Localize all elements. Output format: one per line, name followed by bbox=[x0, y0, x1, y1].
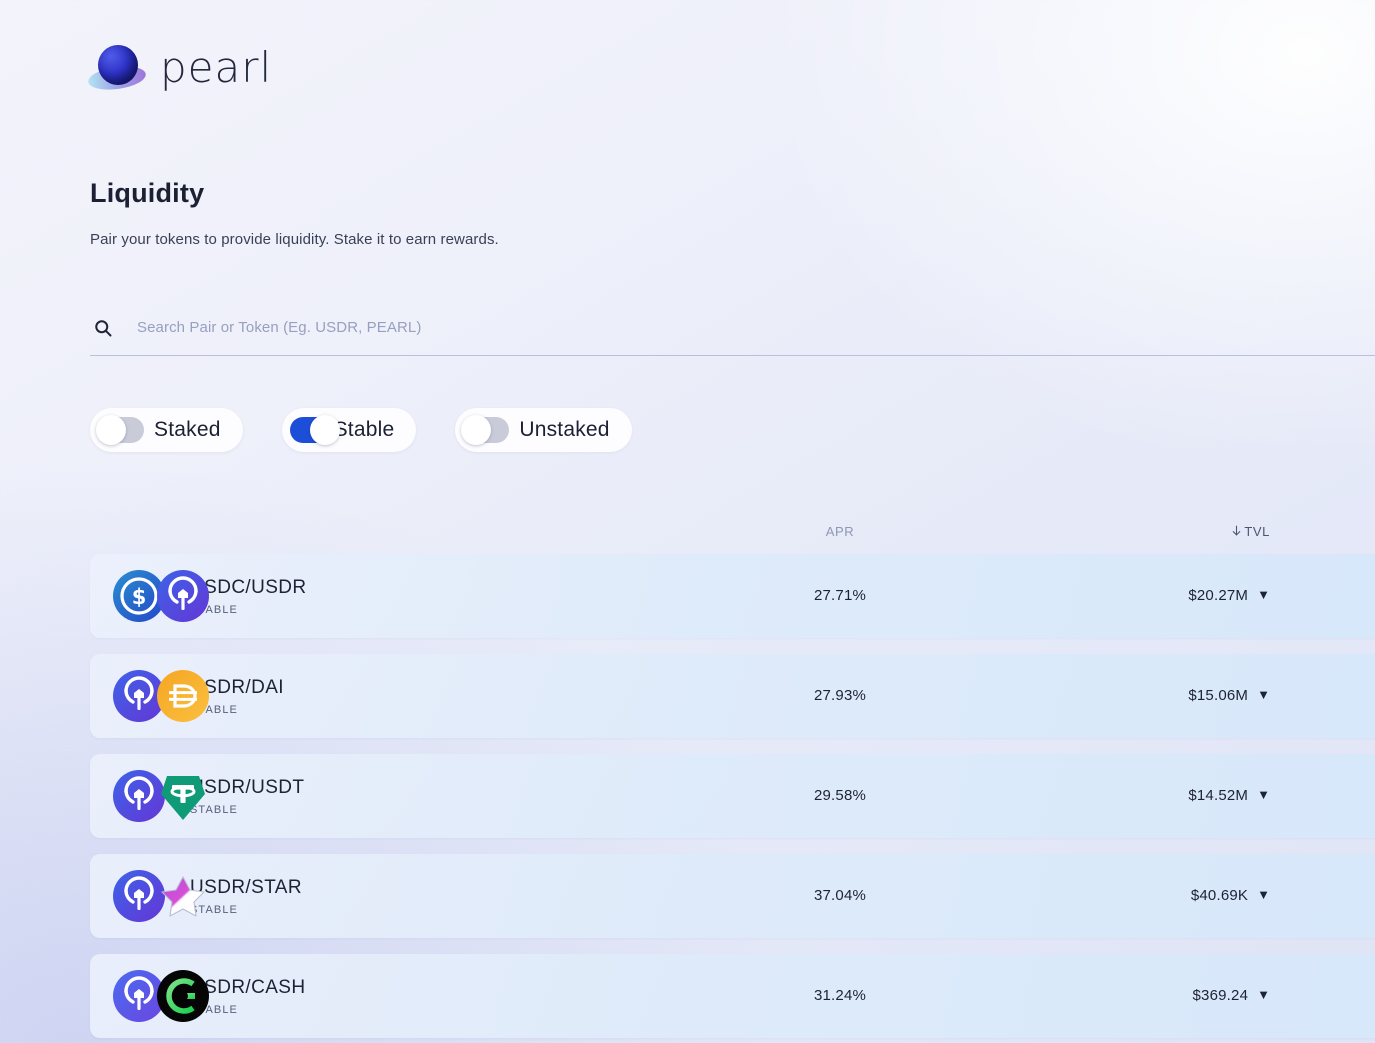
filter-toggle-unstaked[interactable]: Unstaked bbox=[455, 408, 631, 452]
tvl-value: $20.27M bbox=[1188, 587, 1248, 604]
caret-down-icon[interactable]: ▼ bbox=[1257, 887, 1270, 902]
staked-switch[interactable] bbox=[98, 417, 144, 443]
tvl-value: $15.06M bbox=[1188, 687, 1248, 704]
caret-down-icon[interactable]: ▼ bbox=[1257, 787, 1270, 802]
table-row[interactable]: USDR/DAI STABLE 27.93% $15.06M▼ bbox=[90, 654, 1375, 738]
brand-logo[interactable]: pearl bbox=[90, 40, 272, 96]
svg-text:$: $ bbox=[132, 585, 147, 609]
filter-toggle-stable[interactable]: Stable bbox=[282, 408, 417, 452]
search-icon bbox=[93, 318, 113, 338]
table-header-row: APR TVL bbox=[90, 510, 1375, 554]
filter-toggle-group: Staked Stable Unstaked bbox=[90, 408, 632, 452]
filter-label-unstaked: Unstaked bbox=[519, 418, 609, 442]
filter-label-staked: Staked bbox=[154, 418, 221, 442]
unstaked-switch[interactable] bbox=[463, 417, 509, 443]
table-row[interactable]: USDR/USDT STABLE 29.58% $14.52M▼ bbox=[90, 754, 1375, 838]
column-header-tvl-label: TVL bbox=[1244, 524, 1270, 539]
pair-icons bbox=[90, 668, 190, 724]
apr-value: 31.24% bbox=[814, 987, 866, 1004]
apr-value: 29.58% bbox=[814, 787, 866, 804]
column-header-tvl[interactable]: TVL bbox=[1230, 524, 1270, 539]
pair-icons bbox=[90, 868, 190, 924]
star-coin-icon bbox=[157, 870, 209, 922]
search-bar[interactable] bbox=[90, 300, 1375, 356]
table-row[interactable]: $ bbox=[90, 554, 1375, 638]
usdt-coin-icon bbox=[157, 770, 209, 822]
apr-value: 27.93% bbox=[814, 687, 866, 704]
page-title: Liquidity bbox=[90, 178, 204, 209]
pair-icons bbox=[90, 968, 190, 1024]
caret-down-icon[interactable]: ▼ bbox=[1257, 687, 1270, 702]
pair-icons: $ bbox=[90, 568, 190, 624]
brand-name: pearl bbox=[160, 47, 272, 89]
tvl-value: $369.24 bbox=[1193, 987, 1249, 1004]
table-row[interactable]: USDR/CASH STABLE 31.24% $369.24▼ bbox=[90, 954, 1375, 1038]
arrow-down-icon bbox=[1230, 524, 1243, 537]
pair-icons bbox=[90, 768, 190, 824]
stable-switch[interactable] bbox=[290, 417, 336, 443]
search-input[interactable] bbox=[137, 319, 837, 336]
filter-label-stable: Stable bbox=[334, 418, 395, 442]
table-row[interactable]: USDR/STAR STABLE 37.04% $40.69K▼ bbox=[90, 854, 1375, 938]
cash-coin-icon bbox=[157, 970, 209, 1022]
column-header-apr[interactable]: APR bbox=[826, 524, 855, 539]
dai-coin-icon bbox=[157, 670, 209, 722]
caret-down-icon[interactable]: ▼ bbox=[1257, 587, 1270, 602]
apr-value: 37.04% bbox=[814, 887, 866, 904]
apr-value: 27.71% bbox=[814, 587, 866, 604]
page-subtitle: Pair your tokens to provide liquidity. S… bbox=[90, 231, 499, 248]
tvl-value: $40.69K bbox=[1191, 887, 1248, 904]
tvl-value: $14.52M bbox=[1188, 787, 1248, 804]
caret-down-icon[interactable]: ▼ bbox=[1257, 987, 1270, 1002]
pearl-sphere-logo-icon bbox=[90, 40, 146, 96]
liquidity-pools-table: APR TVL bbox=[90, 510, 1375, 1043]
usdr-coin-icon bbox=[157, 570, 209, 622]
filter-toggle-staked[interactable]: Staked bbox=[90, 408, 243, 452]
